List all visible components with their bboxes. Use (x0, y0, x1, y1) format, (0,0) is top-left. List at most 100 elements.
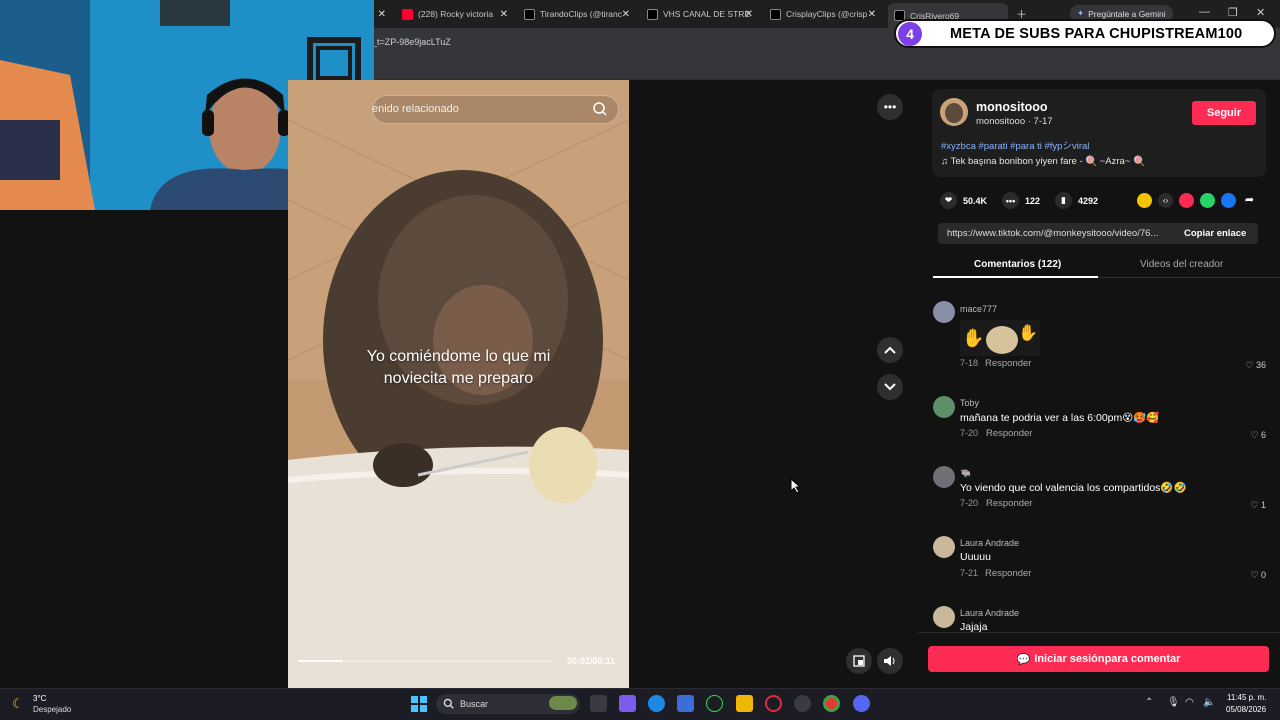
comment-date: 7-21 (960, 568, 979, 578)
copilot-icon[interactable] (619, 695, 636, 712)
comment-sticker: ✋ ✋ (960, 320, 1040, 356)
music-info[interactable]: ♫ Tek başına bonibon yiyen fare - 🍭 ~Azr… (941, 156, 1145, 167)
comment-bubble-icon: 💬 (1016, 653, 1031, 666)
coin-icon[interactable] (1137, 193, 1152, 208)
previous-video-icon[interactable] (877, 337, 903, 363)
facebook-icon[interactable] (1221, 193, 1236, 208)
gemini-icon: ✦ (1077, 8, 1085, 18)
video-hashtags[interactable]: #xyzbca #parati #para ti #fypシviral (941, 138, 1089, 152)
follow-button[interactable]: Seguir (1192, 101, 1256, 125)
speaker-icon[interactable]: 🔈 (1203, 697, 1215, 708)
app-u-icon[interactable] (706, 695, 723, 712)
close-icon[interactable]: ✕ (868, 9, 876, 20)
gemini-label: Pregúntale a Gemini (1088, 8, 1166, 19)
comment-like[interactable]: ♡ 36 (1245, 360, 1266, 371)
windows-start-icon[interactable] (411, 696, 427, 712)
comment-like[interactable]: ♡ 1 (1250, 500, 1266, 511)
reply-button[interactable]: Responder (986, 498, 1032, 509)
tab-tirandoclips[interactable]: TirandoClips (@tiranc ✕ (518, 4, 636, 24)
commenter-name[interactable]: 🐃 (960, 468, 971, 479)
reply-button[interactable]: Responder (985, 568, 1031, 579)
comment-text: mañana te podria ver a las 6:00pm😵🥵🥰 (960, 412, 1160, 424)
share-arrow-icon[interactable]: ➦ (1242, 193, 1257, 208)
commenter-avatar[interactable] (933, 466, 955, 488)
comment-like[interactable]: ♡ 0 (1250, 570, 1266, 581)
discord-icon[interactable] (853, 695, 870, 712)
tab-label: CrisplayClips (@crisp (786, 9, 868, 19)
commenter-name[interactable]: Laura Andrade (960, 538, 1019, 548)
wifi-icon[interactable]: ◠ (1185, 697, 1194, 708)
heart-outline-icon: ♡ (1250, 500, 1261, 510)
tray-chevron-icon[interactable]: ⌃ (1145, 697, 1153, 708)
creator-username[interactable]: monositooo (976, 100, 1048, 114)
video-progress-bar[interactable] (298, 660, 554, 662)
video-link-text: https://www.tiktok.com/@monkeysitooo/vid… (947, 228, 1159, 239)
tab-rocky-victoria[interactable]: (228) Rocky victoria ✕ (396, 4, 514, 24)
commenter-avatar[interactable] (933, 396, 955, 418)
heart-outline-icon: ♡ (1245, 360, 1256, 370)
close-icon[interactable]: ✕ (622, 9, 630, 20)
whatsapp-icon[interactable] (1200, 193, 1215, 208)
comment-date: 7-20 (960, 498, 979, 508)
comment-count: 122 (1025, 195, 1041, 206)
like-button[interactable]: ❤ 50.4K (940, 192, 987, 209)
weather-description[interactable]: Despejado (33, 705, 71, 714)
reply-button[interactable]: Responder (986, 428, 1032, 439)
commenter-name[interactable]: mace777 (960, 304, 997, 314)
clock-date[interactable]: 05/08/2026 (1226, 705, 1266, 714)
video-time: 00:01/00:11 (567, 656, 616, 666)
comment-like-count: 1 (1260, 500, 1266, 510)
edge-icon[interactable] (648, 695, 665, 712)
close-icon[interactable]: ✕ (500, 9, 508, 20)
tab-close-partial[interactable]: ✕ (374, 4, 394, 24)
file-explorer-icon[interactable] (736, 695, 753, 712)
windows-taskbar (0, 688, 1280, 720)
clock-time[interactable]: 11:45 p. m. (1227, 693, 1266, 702)
reply-button[interactable]: Responder (985, 358, 1031, 369)
progress-fill (298, 660, 342, 662)
maximize-icon[interactable]: ❐ (1228, 6, 1238, 19)
tab-label: VHS CANAL DE STRE (663, 9, 751, 19)
window-close-icon[interactable]: ✕ (1256, 6, 1265, 19)
creator-avatar[interactable] (940, 98, 968, 126)
url-text[interactable]: _t=ZP-98e9jacLTuZ (372, 37, 451, 47)
chrome-icon[interactable] (823, 695, 840, 712)
tiktok-icon (770, 8, 781, 20)
floating-player-icon[interactable] (846, 648, 872, 674)
tab-vhs-canal[interactable]: VHS CANAL DE STRE ✕ (641, 4, 759, 24)
obs-icon[interactable] (794, 695, 811, 712)
copy-link-button[interactable]: Copiar enlace (1184, 228, 1246, 239)
comment-like-count: 36 (1255, 360, 1266, 370)
tab-creator-videos[interactable]: Videos del creador (1140, 259, 1223, 270)
more-options-icon[interactable]: ••• (877, 94, 903, 120)
commenter-avatar[interactable] (933, 301, 955, 323)
next-video-icon[interactable] (877, 374, 903, 400)
save-button[interactable]: ▮ 4292 (1055, 192, 1098, 209)
search-highlight-icon[interactable] (549, 696, 577, 710)
commenter-avatar[interactable] (933, 536, 955, 558)
volume-icon[interactable] (877, 648, 903, 674)
microphone-icon[interactable]: 🎙 (1167, 697, 1180, 708)
weather-moon-icon[interactable]: ☾ (12, 696, 24, 712)
login-to-comment-button[interactable]: 💬 Iniciar sesiónpara comentar (928, 646, 1269, 672)
comment-like[interactable]: ♡ 6 (1250, 430, 1266, 441)
commenter-name[interactable]: Laura Andrade (960, 608, 1019, 618)
commenter-name[interactable]: Toby (960, 398, 979, 408)
send-icon[interactable] (1179, 193, 1194, 208)
task-view-icon[interactable] (590, 695, 607, 712)
tab-crisplayclips[interactable]: CrisplayClips (@crisp ✕ (764, 4, 882, 24)
commenter-avatar[interactable] (933, 606, 955, 628)
video-caption: Yo comiéndome lo que mi noviecita me pre… (288, 346, 629, 390)
store-icon[interactable] (677, 695, 694, 712)
embed-icon[interactable]: ‹› (1158, 193, 1173, 208)
close-icon[interactable]: ✕ (745, 9, 753, 20)
goal-text: META DE SUBS PARA CHUPISTREAM100 (950, 25, 1243, 42)
opera-icon[interactable] (765, 695, 782, 712)
heart-icon: ❤ (940, 192, 957, 209)
search-icon (443, 698, 454, 709)
tab-comments[interactable]: Comentarios (122) (974, 259, 1061, 270)
search-icon[interactable] (592, 101, 608, 117)
weather-temperature[interactable]: 3°C (33, 694, 46, 703)
minimize-icon[interactable]: — (1199, 6, 1210, 18)
comment-button[interactable]: ••• 122 (1002, 192, 1040, 209)
